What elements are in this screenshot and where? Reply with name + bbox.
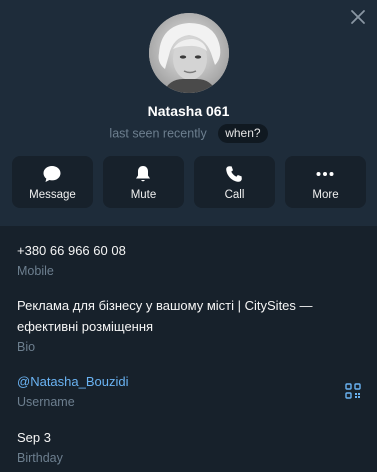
contact-name: Natasha 061	[147, 103, 230, 119]
close-icon[interactable]	[349, 8, 367, 26]
message-label: Message	[29, 189, 76, 201]
mute-label: Mute	[130, 189, 157, 201]
more-icon	[315, 164, 335, 184]
message-button[interactable]: Message	[12, 156, 93, 208]
avatar[interactable]	[149, 13, 229, 93]
call-label: Call	[224, 189, 245, 201]
phone-label: Mobile	[17, 264, 54, 278]
birthday-info[interactable]: Sep 3 Birthday	[17, 427, 357, 467]
qr-code-icon[interactable]	[345, 383, 361, 399]
mute-button[interactable]: Mute	[103, 156, 184, 208]
username-info[interactable]: @Natasha_Bouzidi Username	[17, 371, 357, 411]
bio-line-2: ефективні розміщення	[17, 319, 154, 334]
bio-label: Bio	[17, 340, 36, 354]
bell-icon	[133, 164, 153, 184]
more-label: More	[312, 189, 339, 201]
username-label: Username	[17, 395, 75, 409]
when-button[interactable]: when?	[218, 124, 268, 143]
action-buttons: Message Mute Call More	[12, 156, 366, 208]
status-row: last seen recently when?	[0, 124, 377, 143]
bio-info[interactable]: Реклама для бізнесу у вашому місті | Cit…	[17, 295, 357, 356]
phone-icon	[224, 164, 244, 184]
more-button[interactable]: More	[285, 156, 366, 208]
last-seen-status: last seen recently	[109, 126, 207, 141]
profile-header: Natasha 061 last seen recently when? Mes…	[0, 0, 377, 226]
phone-number: +380 66 966 60 08	[17, 243, 126, 258]
profile-panel: Natasha 061 last seen recently when? Mes…	[0, 0, 377, 472]
phone-info[interactable]: +380 66 966 60 08 Mobile	[17, 240, 357, 280]
birthday-label: Birthday	[17, 451, 63, 465]
username-link[interactable]: @Natasha_Bouzidi	[17, 371, 357, 392]
message-icon	[42, 164, 62, 184]
call-button[interactable]: Call	[194, 156, 275, 208]
birthday-date: Sep 3	[17, 430, 51, 445]
bio-line-1: Реклама для бізнесу у вашому місті | Cit…	[17, 298, 313, 313]
